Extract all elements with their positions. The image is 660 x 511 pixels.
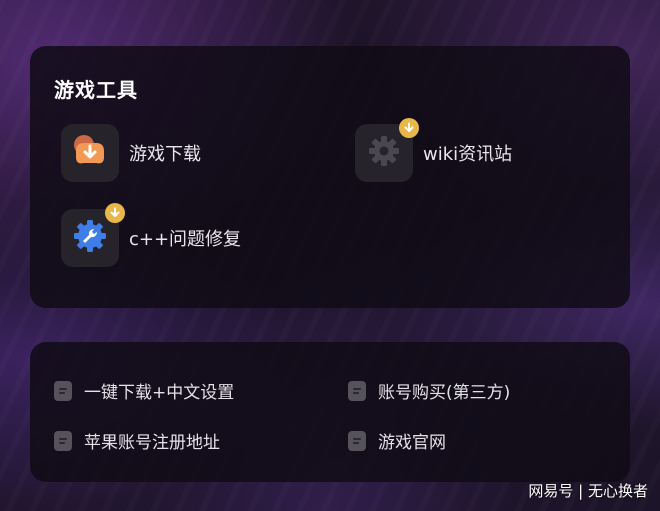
link-apple-account-register[interactable]: 苹果账号注册地址 — [54, 428, 220, 453]
link-label: 游戏官网 — [378, 433, 446, 453]
tool-icon-container — [61, 124, 119, 182]
tool-label: 游戏下载 — [129, 144, 201, 165]
tool-icon-container — [61, 203, 125, 267]
link-official-site[interactable]: 游戏官网 — [348, 428, 446, 453]
tool-label: wiki资讯站 — [423, 144, 513, 165]
tool-wiki[interactable]: wiki资讯站 — [355, 118, 513, 182]
link-label: 账号购买(第三方) — [378, 383, 511, 403]
document-icon — [54, 380, 72, 401]
tool-icon-container — [355, 118, 419, 182]
gear-icon — [367, 134, 401, 172]
document-icon — [54, 430, 72, 451]
download-badge-icon — [399, 118, 419, 138]
link-one-click-download[interactable]: 一键下载+中文设置 — [54, 378, 234, 403]
document-icon — [348, 430, 366, 451]
links-panel: 一键下载+中文设置 账号购买(第三方) 苹果账号注册地址 游戏官网 — [30, 342, 630, 482]
download-badge-icon — [105, 203, 125, 223]
document-icon — [348, 380, 366, 401]
link-account-purchase[interactable]: 账号购买(第三方) — [348, 378, 510, 403]
tool-cpp-repair[interactable]: c++问题修复 — [61, 203, 242, 267]
link-label: 一键下载+中文设置 — [84, 383, 235, 403]
tool-game-download[interactable]: 游戏下载 — [61, 124, 201, 182]
link-label: 苹果账号注册地址 — [84, 433, 220, 453]
game-download-icon — [70, 131, 110, 175]
wrench-gear-icon — [71, 217, 109, 259]
section-title: 游戏工具 — [54, 78, 138, 102]
watermark: 网易号 | 无心换者 — [528, 482, 648, 500]
game-tools-panel: 游戏工具 游戏下载 wiki资讯站 c++问题修复 — [30, 46, 630, 308]
tool-label: c++问题修复 — [129, 229, 242, 250]
